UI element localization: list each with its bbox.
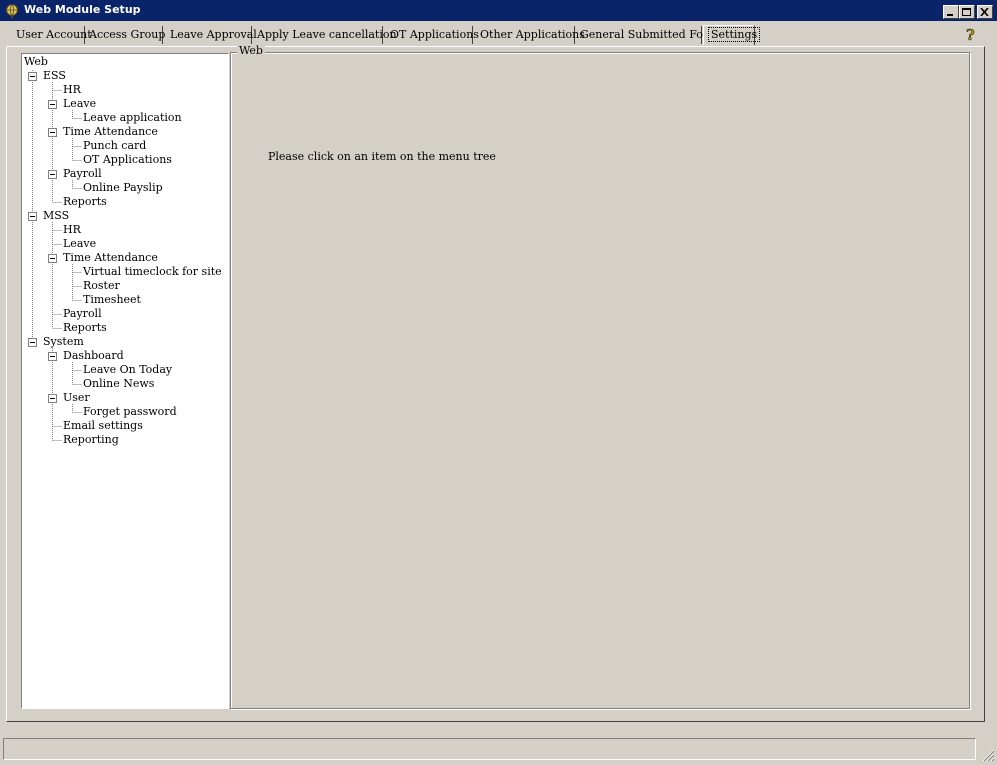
collapse-icon[interactable] (48, 100, 57, 109)
tab-other-applications[interactable]: Other Applications (476, 26, 585, 44)
tree-item-mss-payroll[interactable]: Payroll (63, 307, 102, 321)
tab-settings[interactable]: Settings (703, 25, 761, 45)
tree-item-online-news[interactable]: Online News (83, 377, 154, 391)
tree-item-timesheet[interactable]: Timesheet (83, 293, 141, 307)
tab-general-submitted-form[interactable]: General Submitted Form (576, 26, 719, 44)
tab-leave-approval[interactable]: Leave Approval (166, 26, 257, 44)
tree-item-mss[interactable]: MSS (43, 209, 69, 223)
tree-item-system[interactable]: System (43, 335, 84, 349)
close-button[interactable] (977, 5, 993, 19)
groupbox-title: Web (237, 44, 265, 57)
collapse-icon[interactable] (48, 254, 57, 263)
tab-user-account[interactable]: User Account (12, 26, 92, 44)
tab-access-group[interactable]: Access Group (85, 26, 165, 44)
tree-item-ess-time-attendance[interactable]: Time Attendance (63, 125, 158, 139)
collapse-icon[interactable] (48, 352, 57, 361)
maximize-icon (962, 8, 971, 16)
tree-item-mss-time-attendance[interactable]: Time Attendance (63, 251, 158, 265)
tree-item-ess-hr[interactable]: HR (63, 83, 81, 97)
svg-text:?: ? (966, 26, 975, 42)
tree-item-leave-on-today[interactable]: Leave On Today (83, 363, 172, 377)
tree-item-mss-reports[interactable]: Reports (63, 321, 107, 335)
close-icon (980, 8, 989, 16)
resize-grip-icon[interactable] (981, 748, 995, 762)
tree-item-mss-hr[interactable]: HR (63, 223, 81, 237)
tree-item-ess-leave[interactable]: Leave (63, 97, 96, 111)
tree-root[interactable]: Web (24, 55, 48, 69)
tree-item-ess-reports[interactable]: Reports (63, 195, 107, 209)
minimize-button[interactable] (943, 5, 959, 19)
collapse-icon[interactable] (28, 212, 37, 221)
tree-item-dashboard[interactable]: Dashboard (63, 349, 124, 363)
tree-item-reporting[interactable]: Reporting (63, 433, 119, 447)
tree-item-email-settings[interactable]: Email settings (63, 419, 143, 433)
tree-item-virtual-timeclock[interactable]: Virtual timeclock for site (83, 265, 222, 279)
window-title: Web Module Setup (24, 3, 141, 16)
minimize-icon (947, 14, 953, 16)
tree-item-online-payslip[interactable]: Online Payslip (83, 181, 163, 195)
tree-item-ot-applications[interactable]: OT Applications (83, 153, 172, 167)
title-bar: Web Module Setup (0, 0, 997, 22)
tree-item-punch-card[interactable]: Punch card (83, 139, 146, 153)
tab-ot-applications[interactable]: OT Applications (386, 26, 479, 44)
tree-item-forget-password[interactable]: Forget password (83, 405, 177, 419)
collapse-icon[interactable] (48, 128, 57, 137)
maximize-button[interactable] (959, 5, 975, 19)
collapse-icon[interactable] (48, 170, 57, 179)
collapse-icon[interactable] (48, 394, 57, 403)
collapse-icon[interactable] (28, 338, 37, 347)
tab-apply-leave-cancellation[interactable]: Apply Leave cancellation (253, 26, 397, 44)
tree-item-ess-payroll[interactable]: Payroll (63, 167, 102, 181)
instruction-text: Please click on an item on the menu tree (268, 150, 496, 163)
menu-tree[interactable]: Web ESS HR Leave Leave application Time … (21, 53, 229, 709)
tree-item-roster[interactable]: Roster (83, 279, 120, 293)
tab-strip: User Account Access Group Leave Approval… (0, 22, 997, 46)
help-icon[interactable]: ? (962, 26, 978, 42)
tree-item-leave-application[interactable]: Leave application (83, 111, 182, 125)
globe-icon (6, 4, 18, 18)
tree-item-user[interactable]: User (63, 391, 90, 405)
status-bar (3, 738, 976, 760)
tree-item-ess[interactable]: ESS (43, 69, 66, 83)
collapse-icon[interactable] (28, 72, 37, 81)
tree-item-mss-leave[interactable]: Leave (63, 237, 96, 251)
